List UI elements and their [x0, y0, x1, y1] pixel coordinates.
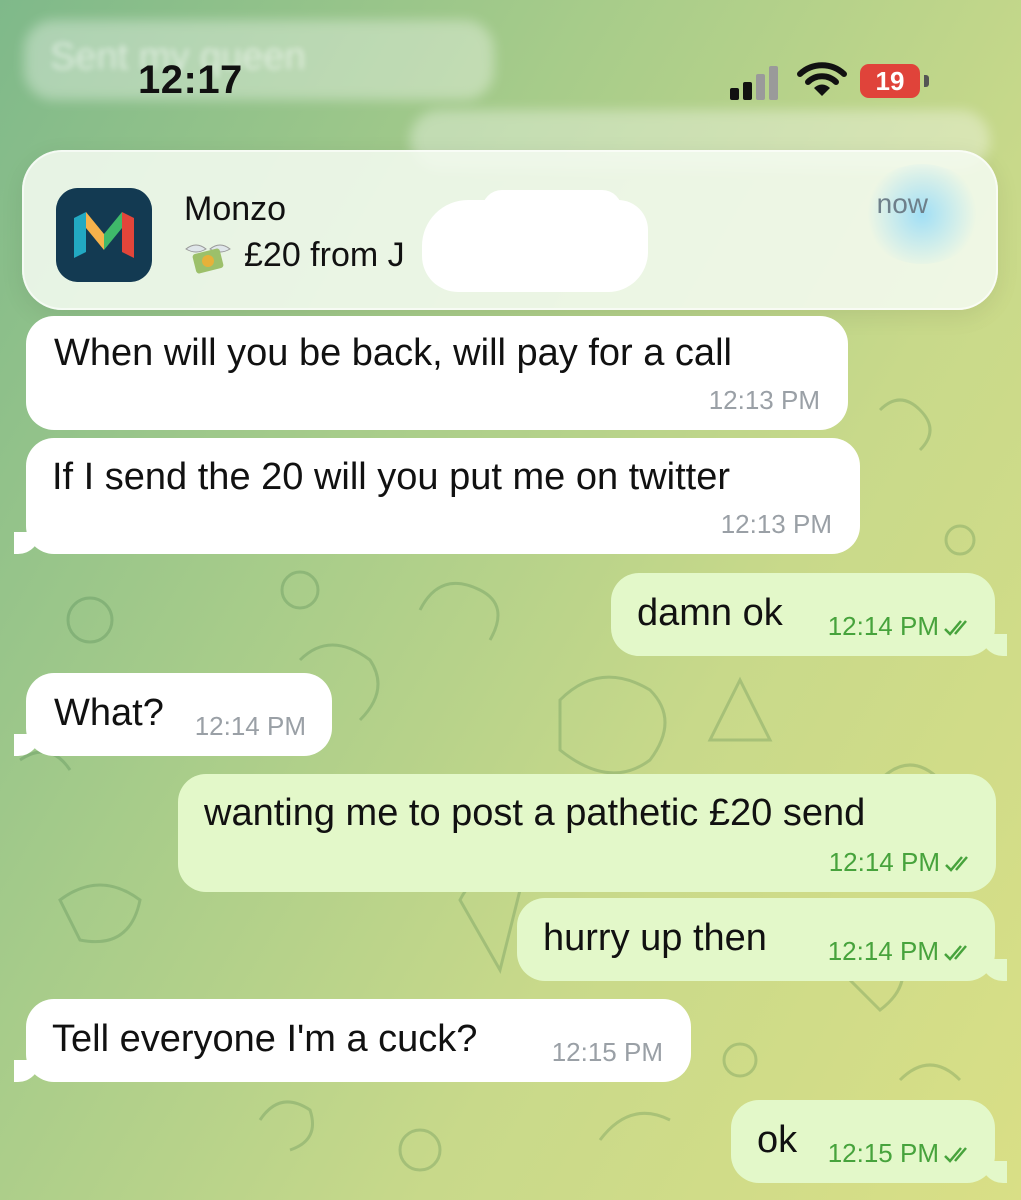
redaction-mark [482, 190, 622, 230]
monzo-app-icon [56, 188, 152, 282]
message-bubble-incoming[interactable]: What? 12:14 PM [14, 673, 332, 756]
message-time-text: 12:14 PM [827, 936, 939, 966]
message-time-text: 12:15 PM [827, 1138, 939, 1168]
message-time-text: 12:14 PM [828, 847, 940, 877]
double-check-read-icon [944, 1147, 967, 1163]
message-text: wanting me to post a pathetic £20 send [204, 792, 866, 834]
double-check-read-icon [945, 856, 968, 872]
message-time: 12:14 PM [194, 711, 306, 741]
message-time: 12:14 PM [829, 847, 974, 878]
message-bubble-incoming[interactable]: Tell everyone I'm a cuck? 12:15 PM [14, 999, 691, 1082]
status-bar-time: 12:17 [138, 58, 243, 102]
message-bubble-outgoing[interactable]: ok 12:15 PM [731, 1100, 1007, 1183]
message-bubble-incoming[interactable]: When will you be back, will pay for a ca… [26, 316, 848, 430]
cellular-signal-icon [730, 64, 782, 100]
battery-cap [924, 75, 929, 87]
message-text: If I send the 20 will you put me on twit… [52, 456, 731, 498]
battery-level: 19 [875, 66, 905, 96]
notification-time: now [876, 188, 928, 219]
notification-app-name: Monzo [184, 190, 287, 228]
message-text: hurry up then [543, 917, 767, 959]
message-text: damn ok [637, 592, 783, 634]
message-bubble-outgoing[interactable]: hurry up then 12:14 PM [517, 898, 1007, 981]
message-time: 12:15 PM [551, 1037, 663, 1067]
battery-icon: 19 [860, 64, 920, 98]
notification-body: £20 from J [184, 236, 405, 275]
message-text: When will you be back, will pay for a ca… [54, 332, 732, 374]
message-time: 12:14 PM [828, 936, 973, 967]
message-time: 12:15 PM [828, 1138, 973, 1169]
message-text: ok [757, 1119, 798, 1161]
wifi-icon [797, 62, 847, 96]
message-bubble-incoming[interactable]: If I send the 20 will you put me on twit… [14, 438, 860, 554]
message-time-text: 12:14 PM [827, 611, 939, 641]
message-time: 12:13 PM [720, 509, 832, 539]
double-check-read-icon [944, 945, 967, 961]
message-time: 12:14 PM [828, 611, 973, 642]
money-with-wings-icon [185, 244, 231, 274]
message-time: 12:13 PM [708, 385, 820, 415]
notification-body-text: £20 from J [244, 236, 405, 274]
message-bubble-outgoing[interactable]: damn ok 12:14 PM [611, 573, 1007, 656]
message-text: What? [54, 692, 164, 734]
notification-banner[interactable]: Monzo £20 from J now [22, 150, 998, 310]
message-bubble-outgoing[interactable]: wanting me to post a pathetic £20 send 1… [178, 774, 996, 892]
message-text: Tell everyone I'm a cuck? [52, 1018, 478, 1060]
double-check-read-icon [944, 620, 967, 636]
